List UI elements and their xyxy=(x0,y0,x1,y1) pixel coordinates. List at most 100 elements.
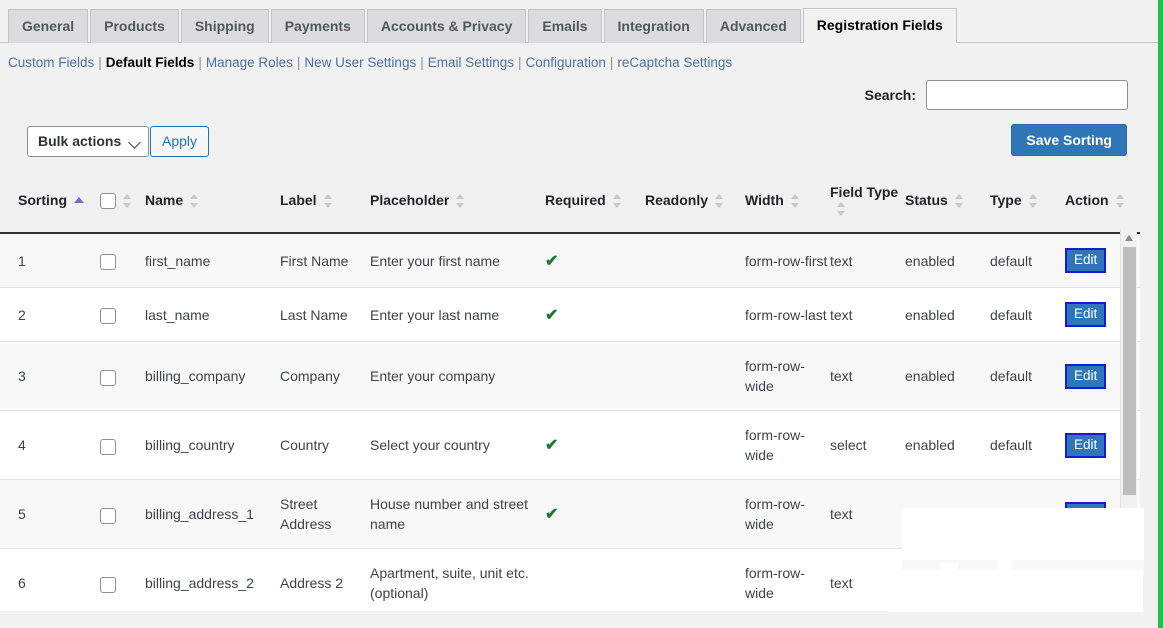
edit-button[interactable]: Edit xyxy=(1065,433,1106,458)
save-sorting-button[interactable]: Save Sorting xyxy=(1011,124,1127,156)
cell-select[interactable] xyxy=(100,549,145,611)
cell-sorting-value: 2 xyxy=(18,307,26,323)
edit-button[interactable]: Edit xyxy=(1065,364,1106,389)
cell-select[interactable] xyxy=(100,411,145,480)
sort-toggle-icon[interactable] xyxy=(613,192,622,210)
cell-type-value: default xyxy=(990,506,1032,522)
subnav-link-new-user-settings[interactable]: New User Settings xyxy=(304,55,416,70)
tab-payments[interactable]: Payments xyxy=(271,9,365,43)
cell-label: Country xyxy=(280,411,370,480)
tab-products[interactable]: Products xyxy=(90,9,179,43)
subnav-link-custom-fields[interactable]: Custom Fields xyxy=(8,55,94,70)
column-header-readonly[interactable]: Readonly xyxy=(645,170,745,233)
cell-placeholder: House number and street name xyxy=(370,480,545,549)
sort-toggle-icon[interactable] xyxy=(190,192,199,210)
column-header-width[interactable]: Width xyxy=(745,170,830,233)
cell-width-value: form-row-last xyxy=(745,307,827,323)
cell-status-value: enabled xyxy=(905,307,955,323)
tab-registration-fields[interactable]: Registration Fields xyxy=(803,8,957,43)
column-header-label: Action xyxy=(1065,192,1109,208)
sort-toggle-icon[interactable] xyxy=(324,192,333,210)
cell-label: Last Name xyxy=(280,288,370,342)
edit-button[interactable]: Edit xyxy=(1065,502,1106,527)
tab-advanced[interactable]: Advanced xyxy=(706,9,801,43)
cell-required: ✔ xyxy=(545,288,645,342)
cell-width-value: form-row-wide xyxy=(745,496,805,532)
table-row: 5billing_address_1Street AddressHouse nu… xyxy=(0,480,1140,549)
cell-placeholder-value: Enter your last name xyxy=(370,307,499,323)
cell-type: default xyxy=(990,342,1065,411)
edit-button[interactable]: Edit xyxy=(1065,571,1106,596)
cell-select[interactable] xyxy=(100,233,145,288)
cell-field-type-value: select xyxy=(830,437,867,453)
column-header-label: Type xyxy=(990,192,1022,208)
sort-toggle-icon[interactable] xyxy=(955,192,964,210)
cell-sorting: 3 xyxy=(0,342,100,411)
subnav-link-email-settings[interactable]: Email Settings xyxy=(428,55,514,70)
sort-toggle-icon[interactable] xyxy=(715,192,724,210)
tab-general[interactable]: General xyxy=(8,9,88,43)
sort-toggle-icon[interactable] xyxy=(1029,192,1038,210)
column-header-action[interactable]: Action xyxy=(1065,170,1140,233)
sort-toggle-icon[interactable] xyxy=(837,200,846,218)
tab-emails[interactable]: Emails xyxy=(528,9,601,43)
sort-toggle-icon[interactable] xyxy=(791,192,800,210)
row-checkbox[interactable] xyxy=(100,508,116,524)
cell-readonly xyxy=(645,233,745,288)
row-checkbox[interactable] xyxy=(100,577,116,593)
column-header-type[interactable]: Type xyxy=(990,170,1065,233)
edit-button[interactable]: Edit xyxy=(1065,302,1106,327)
cell-sorting: 6 xyxy=(0,549,100,611)
cell-select[interactable] xyxy=(100,288,145,342)
subnav-link-configuration[interactable]: Configuration xyxy=(526,55,606,70)
cell-field-type-value: text xyxy=(830,307,853,323)
column-header-sorting[interactable]: Sorting xyxy=(0,170,100,233)
cell-status: enabled xyxy=(905,342,990,411)
bulk-actions-select[interactable]: Bulk actions xyxy=(27,126,149,157)
cell-name: billing_address_2 xyxy=(145,549,280,611)
apply-button[interactable]: Apply xyxy=(150,126,209,157)
scrollbar-thumb[interactable] xyxy=(1123,247,1136,495)
cell-status-value: enabled xyxy=(905,437,955,453)
cell-readonly xyxy=(645,411,745,480)
column-header-field-type[interactable]: Field Type xyxy=(830,170,905,233)
tab-integration[interactable]: Integration xyxy=(604,9,704,43)
scroll-down-arrow-icon[interactable] xyxy=(1125,599,1133,605)
edit-button[interactable]: Edit xyxy=(1065,248,1106,273)
cell-type: default xyxy=(990,288,1065,342)
table-vertical-scrollbar[interactable] xyxy=(1120,229,1137,611)
cell-width: form-row-wide xyxy=(745,342,830,411)
cell-required: ✔ xyxy=(545,480,645,549)
tab-shipping[interactable]: Shipping xyxy=(181,9,269,43)
cell-type-value: default xyxy=(990,307,1032,323)
search-input[interactable] xyxy=(926,80,1128,110)
column-header-select-all[interactable] xyxy=(100,170,145,233)
cell-label-value: First Name xyxy=(280,253,348,269)
column-header-name[interactable]: Name xyxy=(145,170,280,233)
settings-page: GeneralProductsShippingPaymentsAccounts … xyxy=(0,0,1163,628)
row-checkbox[interactable] xyxy=(100,370,116,386)
fields-table-container: Sorting NameLabelPlaceholder RequiredReado… xyxy=(0,170,1140,611)
cell-type: default xyxy=(990,233,1065,288)
row-checkbox[interactable] xyxy=(100,439,116,455)
sort-toggle-icon[interactable] xyxy=(456,192,465,210)
column-header-status[interactable]: Status xyxy=(905,170,990,233)
select-all-checkbox[interactable] xyxy=(100,193,116,209)
cell-required xyxy=(545,342,645,411)
sort-ascending-icon[interactable] xyxy=(74,192,84,210)
column-header-label[interactable]: Label xyxy=(280,170,370,233)
subnav-link-manage-roles[interactable]: Manage Roles xyxy=(206,55,293,70)
column-header-label: Placeholder xyxy=(370,192,449,208)
sort-toggle-icon[interactable] xyxy=(1116,192,1125,210)
cell-select[interactable] xyxy=(100,480,145,549)
column-header-placeholder[interactable]: Placeholder xyxy=(370,170,545,233)
scroll-up-arrow-icon[interactable] xyxy=(1125,235,1133,241)
sort-toggle-icon[interactable] xyxy=(123,192,132,210)
column-header-required[interactable]: Required xyxy=(545,170,645,233)
row-checkbox[interactable] xyxy=(100,254,116,270)
row-checkbox[interactable] xyxy=(100,308,116,324)
subnav-link-recaptcha-settings[interactable]: reCaptcha Settings xyxy=(617,55,732,70)
cell-sorting-value: 6 xyxy=(18,575,26,591)
cell-select[interactable] xyxy=(100,342,145,411)
tab-accounts-privacy[interactable]: Accounts & Privacy xyxy=(367,9,527,43)
